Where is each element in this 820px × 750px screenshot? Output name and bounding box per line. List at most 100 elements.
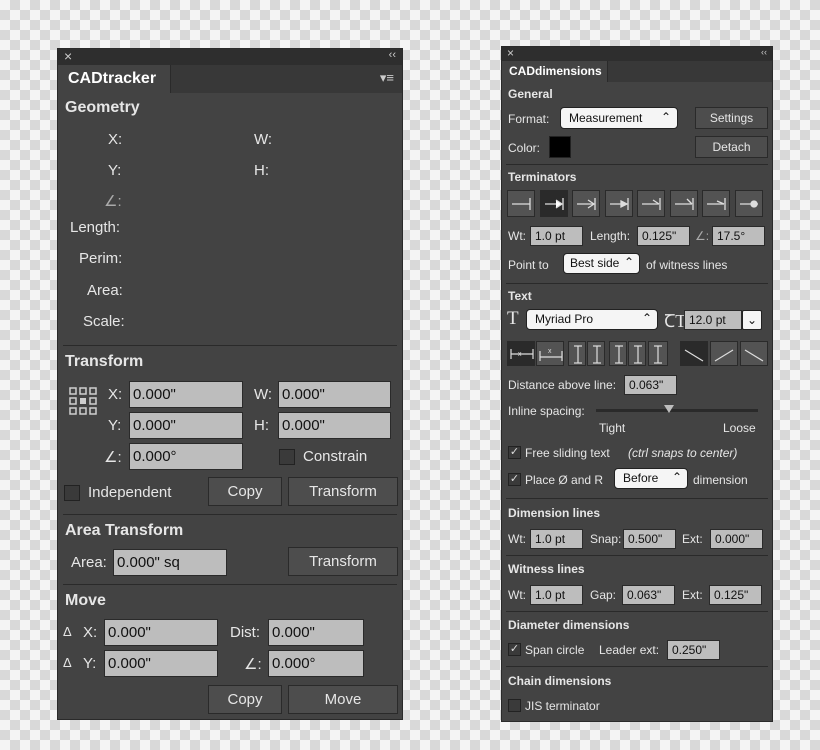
place-symbol-checkbox[interactable]: ✓ <box>508 473 521 486</box>
transform-angle-input[interactable]: 0.000° <box>129 443 243 470</box>
geometry-perim-label: Perim: <box>79 250 123 267</box>
slider-thumb[interactable] <box>663 405 674 413</box>
move-y-input[interactable]: 0.000" <box>104 650 218 677</box>
format-value: Measurement <box>569 111 643 125</box>
terminator-slash-icon[interactable] <box>669 190 698 217</box>
font-icon: T <box>507 308 519 329</box>
transform-y-input[interactable]: 0.000" <box>129 412 243 439</box>
text-inline-icon[interactable]: x <box>507 341 535 366</box>
terminator-arrow-closed-icon[interactable] <box>604 190 633 217</box>
tab-bar: CADdimensions <box>502 61 772 82</box>
leader-ext-input[interactable]: 0.250" <box>667 640 720 660</box>
term-angle-input[interactable]: 17.5° <box>712 226 765 246</box>
terminator-dot-icon[interactable] <box>734 190 763 217</box>
dim-ext-input[interactable]: 0.000" <box>710 529 763 549</box>
detach-button[interactable]: Detach <box>695 136 768 158</box>
font-size-input[interactable]: 12.0 pt <box>684 310 742 330</box>
span-circle-label: Span circle <box>525 643 585 657</box>
distance-label: Distance above line: <box>508 378 617 392</box>
dim-snap-input[interactable]: 0.500" <box>623 529 676 549</box>
point-to-select[interactable]: Best side ⌃ <box>563 253 640 274</box>
term-length-input[interactable]: 0.125" <box>637 226 690 246</box>
point-to-value: Best side <box>570 256 620 270</box>
collapse-icon[interactable]: ‹‹ <box>761 47 767 57</box>
place-select[interactable]: Before ⌃ <box>614 468 688 489</box>
general-heading: General <box>508 87 553 101</box>
wit-ext-input[interactable]: 0.125" <box>709 585 762 605</box>
text-vertical-left-icon[interactable] <box>568 341 586 366</box>
geometry-w-label: W: <box>254 131 273 148</box>
font-select[interactable]: Myriad Pro ⌃ <box>526 309 658 330</box>
text-aligned-below-icon[interactable] <box>740 341 768 366</box>
terminator-tick-icon[interactable] <box>637 190 665 217</box>
term-wt-input[interactable]: 1.0 pt <box>530 226 583 246</box>
format-select[interactable]: Measurement ⌃ <box>560 107 678 129</box>
span-circle-checkbox[interactable]: ✓ <box>508 643 521 656</box>
terminator-arrow-filled-icon[interactable] <box>539 190 568 217</box>
text-vertical-side-icon[interactable] <box>628 341 646 366</box>
terminator-none-icon[interactable] <box>507 190 535 217</box>
free-sliding-checkbox[interactable]: ✓ <box>508 446 521 459</box>
dim-wt-label: Wt: <box>508 532 526 546</box>
close-icon[interactable]: × <box>507 46 514 60</box>
text-aligned-icon[interactable] <box>680 341 708 366</box>
inline-spacing-slider[interactable] <box>596 405 758 413</box>
loose-label: Loose <box>723 421 756 435</box>
panel-titlebar: × ‹‹ <box>58 48 402 65</box>
updown-icon: ⌃ <box>660 110 671 124</box>
collapse-icon[interactable]: ‹‹ <box>389 49 396 61</box>
panel-menu-icon[interactable]: ▾≡ <box>380 70 394 86</box>
text-vertical-offset-icon[interactable] <box>648 341 668 366</box>
term-wt-label: Wt: <box>508 229 526 243</box>
svg-text:x: x <box>548 348 552 355</box>
move-angle-input[interactable]: 0.000° <box>268 650 364 677</box>
dim-wt-input[interactable]: 1.0 pt <box>530 529 583 549</box>
transform-x-input[interactable]: 0.000" <box>129 381 243 408</box>
updown-icon: ⌃ <box>623 255 634 269</box>
move-x-input[interactable]: 0.000" <box>104 619 218 646</box>
transform-apply-button[interactable]: Transform <box>288 477 398 506</box>
area-input[interactable]: 0.000" sq <box>113 549 227 576</box>
reference-point-icon[interactable] <box>68 386 98 416</box>
wit-ext-label: Ext: <box>682 588 703 602</box>
place-symbol-label: Place Ø and R <box>525 473 604 487</box>
free-sliding-note: (ctrl snaps to center) <box>628 446 738 460</box>
updown-icon: ⌃ <box>671 470 682 484</box>
term-length-label: Length: <box>590 229 631 243</box>
wit-wt-label: Wt: <box>508 588 526 602</box>
independent-checkbox[interactable] <box>64 485 80 501</box>
move-copy-button[interactable]: Copy <box>208 685 282 714</box>
text-above-icon[interactable]: x <box>536 341 564 366</box>
transform-copy-button[interactable]: Copy <box>208 477 282 506</box>
terminator-half-arrow-icon[interactable] <box>702 190 730 217</box>
wit-wt-input[interactable]: 1.0 pt <box>530 585 583 605</box>
move-angle-label: ∠: <box>244 656 262 673</box>
area-transform-button[interactable]: Transform <box>288 547 398 576</box>
color-swatch[interactable] <box>549 136 571 158</box>
constrain-checkbox[interactable] <box>279 449 295 465</box>
text-aligned-above-icon[interactable] <box>710 341 738 366</box>
tab-caddimensions[interactable]: CADdimensions <box>502 61 608 82</box>
wit-gap-input[interactable]: 0.063" <box>622 585 675 605</box>
transform-h-input[interactable]: 0.000" <box>278 412 391 439</box>
chevron-down-icon[interactable]: ⌄ <box>742 310 762 330</box>
panel-titlebar: × ‹‹ <box>502 46 772 61</box>
wit-gap-label: Gap: <box>590 588 617 602</box>
tab-cadtracker[interactable]: CADtracker <box>58 65 171 93</box>
geometry-y-label: Y: <box>108 162 122 179</box>
text-vertical-right-icon[interactable] <box>587 341 605 366</box>
terminator-arrow-open-icon[interactable] <box>572 190 600 217</box>
transform-y-label: Y: <box>108 417 122 434</box>
close-icon[interactable]: × <box>64 48 72 64</box>
distance-input[interactable]: 0.063" <box>624 375 677 395</box>
transform-w-input[interactable]: 0.000" <box>278 381 391 408</box>
divider <box>506 164 768 165</box>
move-dist-input[interactable]: 0.000" <box>268 619 364 646</box>
transform-h-label: H: <box>254 417 269 434</box>
move-button[interactable]: Move <box>288 685 398 714</box>
dim-snap-label: Snap: <box>590 532 622 546</box>
settings-button[interactable]: Settings <box>695 107 768 129</box>
jis-checkbox[interactable] <box>508 699 521 712</box>
area-transform-heading: Area Transform <box>65 522 184 539</box>
text-vertical-center-icon[interactable] <box>609 341 627 366</box>
